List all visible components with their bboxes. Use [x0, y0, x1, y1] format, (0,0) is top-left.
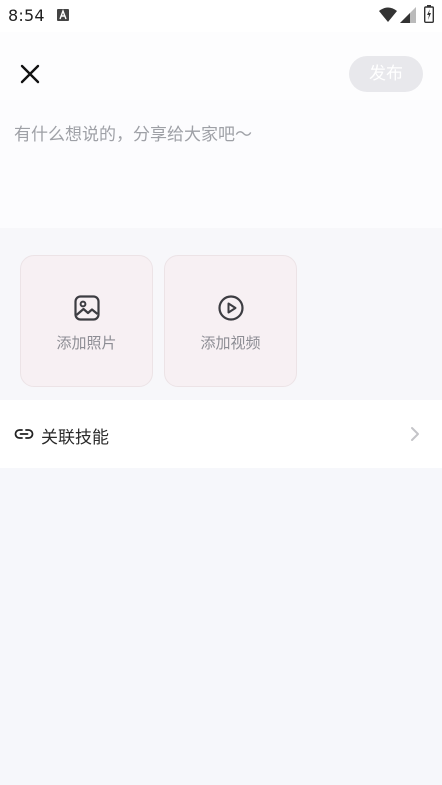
close-icon: [20, 64, 40, 84]
add-photo-label: 添加照片: [56, 334, 117, 352]
publish-button[interactable]: 发布: [349, 56, 423, 92]
image-icon: [74, 295, 100, 321]
play-circle-icon: [218, 295, 244, 321]
compose-area: [0, 100, 442, 228]
media-section: 添加照片 添加视频: [0, 228, 442, 400]
link-icon: [14, 429, 34, 439]
add-video-label: 添加视频: [200, 334, 261, 352]
close-button[interactable]: [14, 58, 46, 90]
link-skill-label: 关联技能: [41, 428, 109, 448]
post-text-input[interactable]: [14, 120, 428, 216]
status-bar: 8:54: [0, 0, 442, 32]
battery-icon: [424, 5, 434, 23]
signal-icon: [400, 7, 416, 23]
add-photo-button[interactable]: 添加照片: [20, 255, 153, 387]
app-notification-icon: [57, 9, 69, 21]
add-video-button[interactable]: 添加视频: [164, 255, 297, 387]
status-time: 8:54: [8, 6, 45, 25]
wifi-icon: [379, 7, 397, 22]
top-bar: 发布: [0, 32, 442, 100]
link-skill-row[interactable]: 关联技能: [0, 400, 442, 468]
chevron-right-icon: [411, 427, 419, 441]
